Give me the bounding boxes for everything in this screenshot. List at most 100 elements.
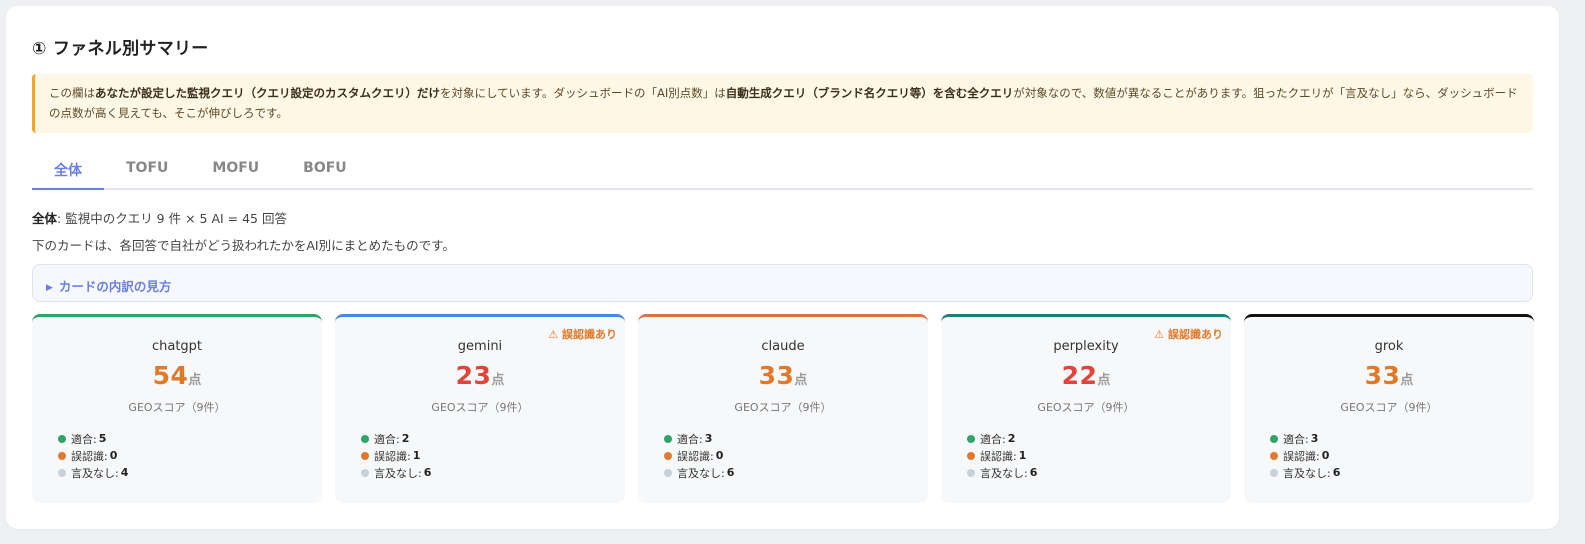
score-unit: 点	[491, 373, 505, 388]
tab-mofu[interactable]: MOFU	[190, 152, 281, 190]
stat-misrecognized: 誤認識: 1	[967, 447, 1037, 464]
stat-misrecognized-label: 誤認識:	[1283, 449, 1320, 463]
ai-card-claude: claude 33点 GEOスコア（9件） 適合: 3 誤認識: 0 言及なし: 6	[638, 314, 928, 503]
stat-misrecognized-value: 1	[412, 449, 421, 462]
score-value: 33	[758, 361, 795, 390]
gray-dot-icon	[361, 468, 369, 477]
stat-misrecognized-value: 0	[715, 449, 724, 462]
stat-no-mention-label: 言及なし:	[374, 466, 422, 480]
card-breakdown-toggle[interactable]: ▶ カードの内訳の見方	[32, 264, 1533, 302]
stat-no-mention-value: 6	[423, 466, 432, 479]
funnel-tabs: 全体 TOFU MOFU BOFU	[32, 152, 1533, 190]
ai-card-perplexity: ⚠ 誤認識あり perplexity 22点 GEOスコア（9件） 適合: 2 誤認識: 1 言…	[941, 314, 1231, 503]
stat-fit-value: 2	[1007, 432, 1016, 445]
score-unit: 点	[1097, 373, 1111, 388]
stat-fit-label: 適合:	[374, 432, 400, 446]
geo-score: 33点	[1244, 361, 1534, 390]
notice-text-2: を対象にしています。ダッシュボードの「AI別点数」は	[440, 86, 726, 100]
green-dot-icon	[1270, 434, 1278, 443]
stat-misrecognized: 誤認識: 0	[1270, 447, 1340, 464]
score-label: GEOスコア（9件）	[128, 401, 226, 414]
score-unit: 点	[794, 373, 808, 388]
stats-list: 適合: 2 誤認識: 1 言及なし: 6	[967, 430, 1037, 481]
stats-list: 適合: 3 誤認識: 0 言及なし: 6	[664, 430, 734, 481]
ai-name: claude	[761, 339, 805, 354]
stat-misrecognized-label: 誤認識:	[677, 449, 714, 463]
score-unit: 点	[188, 373, 202, 388]
ai-name: gemini	[457, 339, 503, 354]
stat-fit: 適合: 2	[967, 430, 1037, 447]
green-dot-icon	[967, 434, 975, 443]
tab-bofu[interactable]: BOFU	[281, 152, 369, 190]
stat-no-mention: 言及なし: 6	[967, 464, 1037, 481]
summary-text: : 監視中のクエリ 9 件 × 5 AI = 45 回答	[57, 211, 287, 226]
green-dot-icon	[664, 434, 672, 443]
stat-fit-label: 適合:	[1283, 432, 1309, 446]
stat-fit-value: 3	[704, 432, 713, 445]
ai-card-chatgpt: chatgpt 54点 GEOスコア（9件） 適合: 5 誤認識: 0 言及なし: 4	[32, 314, 322, 503]
gray-dot-icon	[664, 468, 672, 477]
stat-misrecognized-value: 0	[1321, 449, 1330, 462]
tab-tofu[interactable]: TOFU	[104, 152, 190, 190]
geo-score: 22点	[941, 361, 1231, 390]
stat-no-mention-label: 言及なし:	[1283, 466, 1331, 480]
score-value: 23	[455, 361, 492, 390]
stat-misrecognized: 誤認識: 0	[664, 447, 734, 464]
orange-dot-icon	[58, 451, 66, 460]
stat-fit-label: 適合:	[71, 432, 97, 446]
stat-fit: 適合: 3	[664, 430, 734, 447]
stat-no-mention-value: 4	[120, 466, 129, 479]
score-unit: 点	[1400, 373, 1414, 388]
ai-card-gemini: ⚠ 誤認識あり gemini 23点 GEOスコア（9件） 適合: 2 誤認識: 1 言及なし:…	[335, 314, 625, 503]
stat-misrecognized: 誤認識: 1	[361, 447, 431, 464]
tab-all[interactable]: 全体	[32, 152, 104, 190]
stat-misrecognized-label: 誤認識:	[374, 449, 411, 463]
score-value: 33	[1364, 361, 1401, 390]
ai-score-cards: chatgpt 54点 GEOスコア（9件） 適合: 5 誤認識: 0 言及なし: 4 ⚠ 誤認識…	[32, 314, 1534, 503]
notice-box: この欄はあなたが設定した監視クエリ（クエリ設定のカスタムクエリ）だけを対象にして…	[32, 74, 1533, 133]
stat-no-mention-value: 6	[726, 466, 735, 479]
summary-label: 全体	[32, 211, 58, 226]
stat-fit-value: 2	[401, 432, 410, 445]
orange-dot-icon	[1270, 451, 1278, 460]
funnel-summary-panel: ① ファネル別サマリー この欄はあなたが設定した監視クエリ（クエリ設定のカスタム…	[6, 6, 1559, 529]
stat-fit: 適合: 3	[1270, 430, 1340, 447]
orange-dot-icon	[361, 451, 369, 460]
stat-fit-value: 3	[1310, 432, 1319, 445]
score-value: 54	[152, 361, 189, 390]
ai-name: chatgpt	[151, 339, 203, 354]
stat-fit: 適合: 2	[361, 430, 431, 447]
stat-misrecognized-label: 誤認識:	[71, 449, 108, 463]
notice-bold-1: あなたが設定した監視クエリ（クエリ設定のカスタムクエリ）だけ	[95, 86, 440, 100]
stat-no-mention-label: 言及なし:	[677, 466, 725, 480]
summary-line: 全体: 監視中のクエリ 9 件 × 5 AI = 45 回答	[32, 208, 287, 227]
gray-dot-icon	[967, 468, 975, 477]
stat-no-mention-value: 6	[1332, 466, 1341, 479]
stat-fit-label: 適合:	[980, 432, 1006, 446]
triangle-right-icon: ▶	[46, 283, 53, 293]
stat-fit: 適合: 5	[58, 430, 128, 447]
score-label: GEOスコア（9件）	[1037, 401, 1135, 414]
stat-no-mention-value: 6	[1029, 466, 1038, 479]
green-dot-icon	[58, 434, 66, 443]
gray-dot-icon	[58, 468, 66, 477]
gray-dot-icon	[1270, 468, 1278, 477]
stat-no-mention: 言及なし: 6	[664, 464, 734, 481]
orange-dot-icon	[967, 451, 975, 460]
score-label: GEOスコア（9件）	[1340, 401, 1438, 414]
stat-no-mention-label: 言及なし:	[71, 466, 119, 480]
notice-bold-2: 自動生成クエリ（ブランド名クエリ等）を含む全クエリ	[725, 86, 1014, 100]
stat-misrecognized-value: 1	[1018, 449, 1027, 462]
score-label: GEOスコア（9件）	[734, 401, 832, 414]
stat-fit-value: 5	[98, 432, 107, 445]
stat-no-mention-label: 言及なし:	[980, 466, 1028, 480]
score-label: GEOスコア（9件）	[431, 401, 529, 414]
stats-list: 適合: 2 誤認識: 1 言及なし: 6	[361, 430, 431, 481]
stat-misrecognized-value: 0	[109, 449, 118, 462]
ai-name: grok	[1374, 339, 1404, 354]
stat-no-mention: 言及なし: 6	[1270, 464, 1340, 481]
ai-name: perplexity	[1053, 339, 1119, 354]
stat-no-mention: 言及なし: 4	[58, 464, 128, 481]
orange-dot-icon	[664, 451, 672, 460]
notice-text-1: この欄は	[49, 86, 95, 100]
